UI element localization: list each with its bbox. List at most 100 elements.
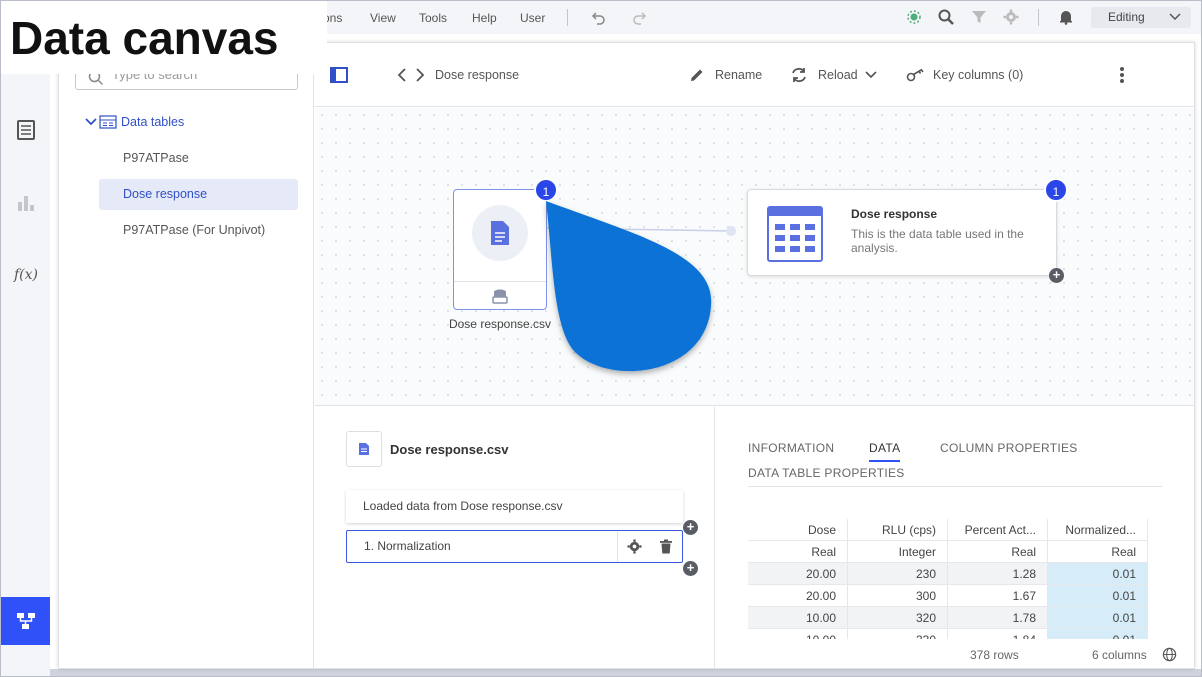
- more-options-icon[interactable]: [1112, 65, 1132, 85]
- column-type: Real: [748, 541, 848, 563]
- toggle-sidebar-icon[interactable]: [329, 65, 349, 85]
- key-icon[interactable]: [906, 65, 926, 85]
- menu-item-help[interactable]: Help: [472, 11, 497, 25]
- table-row: 10.00 330 1.84 0.01: [748, 629, 1149, 639]
- tree-root-label: Data tables: [121, 115, 185, 129]
- details-panel: INFORMATION DATA COLUMN PROPERTIES DATA …: [716, 407, 1194, 668]
- step-settings-gear-icon[interactable]: [627, 539, 642, 554]
- svg-text:f(x): f(x): [13, 267, 38, 283]
- table-cell: 0.01: [1048, 585, 1148, 607]
- data-table-node-card[interactable]: Dose response This is the data table use…: [747, 189, 1057, 276]
- append-step-plus-icon[interactable]: +: [683, 561, 698, 576]
- menubar-divider: [567, 9, 568, 26]
- column-header[interactable]: Normalized...: [1048, 519, 1148, 541]
- globe-icon[interactable]: [1162, 647, 1177, 667]
- panel-bottom-strip: [50, 669, 1201, 676]
- table-cell: 1.78: [948, 607, 1048, 629]
- chevron-down-icon: [85, 118, 97, 126]
- tab-data[interactable]: DATA: [869, 441, 901, 462]
- app-window: ons View Tools Help User Editing f(x) Ty…: [0, 0, 1202, 677]
- overlay-title: Data canvas: [1, 1, 327, 74]
- tab-column-properties[interactable]: COLUMN PROPERTIES: [940, 441, 1078, 455]
- column-count: 6 columns: [1092, 648, 1147, 662]
- data-table-node-title: Dose response: [851, 207, 938, 221]
- table-cell: 20.00: [748, 585, 848, 607]
- column-header[interactable]: Percent Act...: [948, 519, 1048, 541]
- settings-gear-icon[interactable]: [1002, 8, 1020, 26]
- column-header[interactable]: RLU (cps): [848, 519, 948, 541]
- database-icon: [492, 289, 508, 304]
- chevron-right-icon[interactable]: [410, 65, 430, 85]
- rename-button[interactable]: Rename: [715, 68, 762, 82]
- menu-item-user[interactable]: User: [520, 11, 545, 25]
- tab-data-table-properties[interactable]: DATA TABLE PROPERTIES: [748, 466, 905, 480]
- table-cell: 230: [848, 563, 948, 585]
- table-row: 20.00 300 1.67 0.01: [748, 585, 1149, 607]
- menu-item-tools[interactable]: Tools: [419, 11, 447, 25]
- data-table-icon: [767, 206, 823, 262]
- search-icon[interactable]: [937, 8, 955, 26]
- source-node-card[interactable]: [453, 189, 547, 310]
- collaboration-icon[interactable]: [905, 8, 923, 26]
- rename-pencil-icon[interactable]: [687, 65, 707, 85]
- rail-pages-button[interactable]: [1, 106, 50, 154]
- breadcrumb-current: Dose response: [435, 68, 520, 82]
- transformation-steps-panel: Dose response.csv Loaded data from Dose …: [315, 407, 715, 668]
- tree-root-data-tables[interactable]: Data tables: [85, 115, 184, 129]
- column-type: Real: [1048, 541, 1148, 563]
- table-cell: 1.28: [948, 563, 1048, 585]
- tree-item-p97atpase-for-unpivot[interactable]: P97ATPase (For Unpivot): [99, 215, 298, 246]
- column-type: Integer: [848, 541, 948, 563]
- menu-item-view[interactable]: View: [370, 11, 396, 25]
- table-row: 10.00 320 1.78 0.01: [748, 607, 1149, 629]
- notification-bell-icon[interactable]: [1057, 8, 1075, 26]
- table-cell: 0.01: [1048, 563, 1148, 585]
- chevron-left-icon[interactable]: [392, 65, 412, 85]
- normalization-step[interactable]: 1. Normalization: [346, 530, 683, 563]
- table-cell: 330: [848, 629, 948, 639]
- table-cell: 0.01: [1048, 607, 1148, 629]
- table-cell: 10.00: [748, 629, 848, 639]
- table-cell: 0.01: [1048, 629, 1148, 639]
- table-cell: 20.00: [748, 563, 848, 585]
- chevron-down-icon: [1169, 9, 1181, 30]
- data-tables-tree: Type to search Data tables P97ATPase Dos…: [59, 43, 314, 668]
- data-table-icon: [99, 115, 117, 129]
- mode-select-label: Editing: [1108, 10, 1145, 24]
- rail-visualizations-button[interactable]: [1, 178, 50, 226]
- selected-source-name: Dose response.csv: [390, 442, 509, 457]
- delete-trash-icon[interactable]: [659, 539, 673, 554]
- data-preview-table[interactable]: Dose RLU (cps) Percent Act... Normalized…: [748, 519, 1149, 639]
- source-node-footer: [454, 281, 546, 309]
- undo-icon[interactable]: [590, 8, 608, 26]
- rail-functions-button[interactable]: f(x): [1, 250, 50, 298]
- add-step-plus-icon[interactable]: +: [1049, 268, 1064, 283]
- reload-icon[interactable]: [789, 65, 809, 85]
- tab-information[interactable]: INFORMATION: [748, 441, 834, 455]
- rail-data-canvas-button[interactable]: [1, 597, 50, 645]
- mode-select[interactable]: Editing: [1091, 7, 1191, 28]
- redo-icon[interactable]: [630, 8, 648, 26]
- chevron-down-icon[interactable]: [861, 65, 881, 85]
- table-cell: 320: [848, 607, 948, 629]
- menubar-divider: [1038, 9, 1039, 26]
- pages-icon: [16, 120, 35, 140]
- loaded-data-step[interactable]: Loaded data from Dose response.csv: [346, 490, 683, 523]
- data-table-node-badge: 1: [1044, 178, 1068, 202]
- column-header[interactable]: Dose: [748, 519, 848, 541]
- table-type-row: Real Integer Real Real: [748, 541, 1149, 563]
- data-canvas-panel: Type to search Data tables P97ATPase Dos…: [58, 42, 1195, 669]
- table-cell: 300: [848, 585, 948, 607]
- data-canvas-icon: [16, 613, 35, 629]
- row-count: 378 rows: [970, 648, 1019, 662]
- column-type: Real: [948, 541, 1048, 563]
- left-rail: f(x): [1, 34, 50, 676]
- key-columns-button[interactable]: Key columns (0): [933, 68, 1023, 82]
- data-flow-canvas[interactable]: Dose response.csv 1 Dose response This i…: [315, 108, 1194, 406]
- filter-icon[interactable]: [970, 8, 988, 26]
- insert-step-plus-icon[interactable]: +: [683, 520, 698, 535]
- tree-item-p97atpase[interactable]: P97ATPase: [99, 143, 298, 174]
- bar-chart-icon: [17, 196, 34, 211]
- tree-item-dose-response[interactable]: Dose response: [99, 179, 298, 210]
- reload-button[interactable]: Reload: [818, 68, 858, 82]
